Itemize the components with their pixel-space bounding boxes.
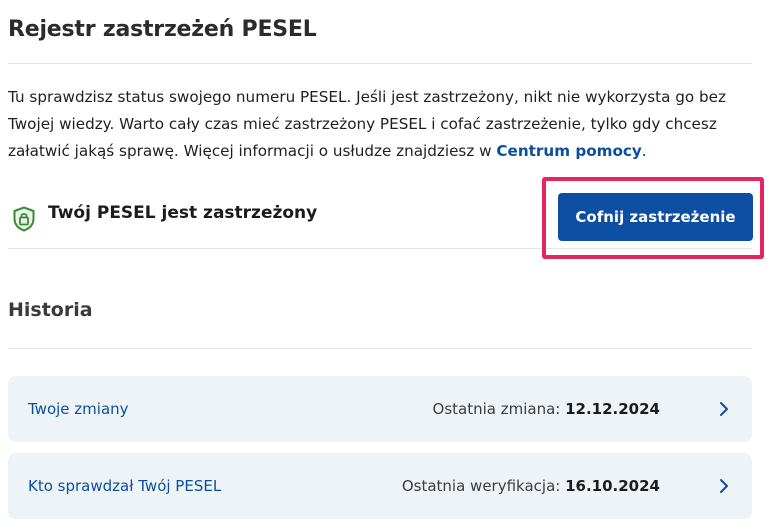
history-divider	[8, 348, 752, 349]
history-item-label: Twoje zmiany	[28, 400, 129, 418]
history-item-meta: Ostatnia zmiana: 12.12.2024	[433, 400, 660, 418]
last-verification-label: Ostatnia weryfikacja:	[401, 477, 566, 495]
last-verification-date: 16.10.2024	[565, 477, 660, 495]
help-center-link[interactable]: Centrum pomocy	[496, 142, 641, 160]
history-item-your-changes[interactable]: Twoje zmiany Ostatnia zmiana: 12.12.2024	[8, 376, 752, 442]
history-item-who-checked[interactable]: Kto sprawdzał Twój PESEL Ostatnia weryfi…	[8, 453, 752, 519]
page: Rejestr zastrzeżeń PESEL Tu sprawdzisz s…	[0, 0, 770, 532]
intro-line-3-end: .	[641, 142, 647, 160]
shield-check-icon	[13, 206, 35, 232]
intro-line-1: Tu sprawdzisz status swojego numeru PESE…	[8, 88, 726, 106]
intro-line-3-text: załatwić jakąś sprawę. Więcej informacji…	[8, 142, 497, 160]
intro-text: Tu sprawdzisz status swojego numeru PESE…	[8, 84, 748, 165]
last-change-label: Ostatnia zmiana:	[432, 400, 566, 418]
history-item-label: Kto sprawdzał Twój PESEL	[28, 477, 222, 495]
last-change-date: 12.12.2024	[565, 400, 660, 418]
chevron-right-icon	[720, 479, 728, 493]
history-title: Historia	[8, 299, 93, 321]
revoke-restriction-button[interactable]: Cofnij zastrzeżenie	[558, 193, 753, 241]
page-title: Rejestr zastrzeżeń PESEL	[8, 17, 317, 42]
title-divider	[8, 63, 752, 64]
history-item-meta: Ostatnia weryfikacja: 16.10.2024	[402, 477, 660, 495]
intro-line-3: załatwić jakąś sprawę. Więcej informacji…	[8, 138, 748, 165]
intro-line-2: Twojej wiedzy. Warto cały czas mieć zast…	[8, 115, 717, 133]
status-text: Twój PESEL jest zastrzeżony	[48, 203, 318, 223]
chevron-right-icon	[720, 402, 728, 416]
